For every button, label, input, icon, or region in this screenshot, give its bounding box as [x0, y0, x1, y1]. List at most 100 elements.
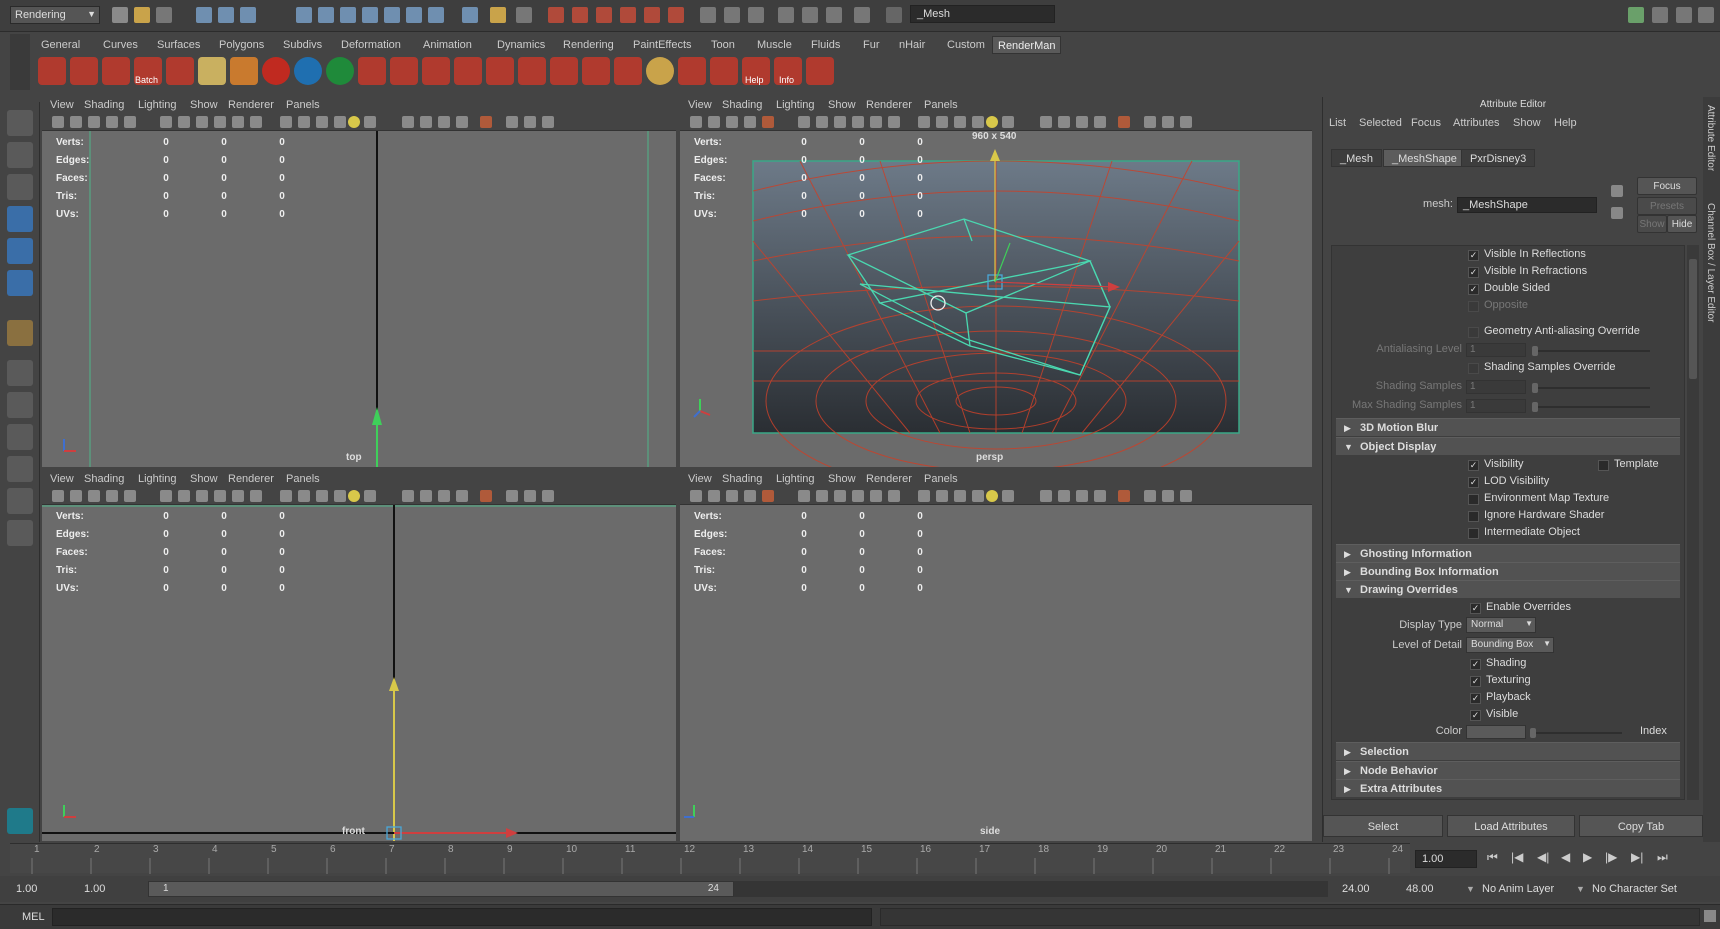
hypershade-layout-icon[interactable]	[7, 488, 33, 514]
aa-icon[interactable]	[456, 490, 468, 502]
shelf-tab-muscle[interactable]: Muscle	[752, 36, 797, 54]
ae-scrollbar[interactable]	[1687, 245, 1699, 800]
visible-in-refractions-checkbox[interactable]	[1468, 267, 1479, 278]
render-settings-icon[interactable]	[620, 7, 636, 23]
viewport-front[interactable]: View Shading Lighting Show Renderer Pane…	[42, 471, 676, 841]
shelf-tab-dynamics[interactable]: Dynamics	[492, 36, 550, 54]
show-attribute-editor-icon[interactable]	[1628, 7, 1644, 23]
section-node-behavior[interactable]: ▶ Node Behavior	[1336, 761, 1680, 779]
menu-panels[interactable]: Panels	[924, 99, 958, 111]
grid-icon[interactable]	[762, 490, 774, 502]
menu-set-dropdown[interactable]: Rendering ▼	[10, 6, 100, 24]
visibility-checkbox[interactable]	[1468, 460, 1479, 471]
menu-view[interactable]: View	[50, 99, 74, 111]
hand-icon[interactable]	[518, 57, 546, 85]
ae-scrollbar-thumb[interactable]	[1689, 259, 1697, 379]
ssao-icon[interactable]	[1058, 116, 1070, 128]
shelf-options[interactable]	[10, 34, 30, 90]
shadows-icon[interactable]	[402, 116, 414, 128]
isolate-select-icon[interactable]	[1118, 490, 1130, 502]
shelf-tab-subdivs[interactable]: Subdivs	[278, 36, 327, 54]
playback-start-field[interactable]: 1.00	[76, 880, 140, 898]
smooth-shade-icon[interactable]	[298, 490, 310, 502]
smooth-shade-icon[interactable]	[936, 116, 948, 128]
all-lights-icon[interactable]	[364, 116, 376, 128]
safe-title-icon[interactable]	[250, 116, 262, 128]
camera-attr-icon[interactable]	[70, 116, 82, 128]
image-plane-icon[interactable]	[106, 116, 118, 128]
anim-layer-dropdown[interactable]: No Anim Layer	[1474, 880, 1574, 898]
all-lights-icon[interactable]	[1002, 490, 1014, 502]
max-shading-samples-slider-handle[interactable]	[1532, 402, 1538, 412]
rotate-tool-icon[interactable]	[7, 238, 33, 264]
snap-curve-icon[interactable]	[318, 7, 334, 23]
viewport-top[interactable]: View Shading Lighting Show Renderer Pane…	[42, 97, 676, 467]
wireframe-icon[interactable]	[280, 116, 292, 128]
playback-checkbox[interactable]	[1470, 693, 1481, 704]
lock-icon[interactable]	[490, 7, 506, 23]
help-shelf-icon[interactable]: Help	[742, 57, 770, 85]
aa-icon[interactable]	[456, 116, 468, 128]
shader-icon[interactable]	[166, 57, 194, 85]
ae-select-button[interactable]: Select	[1323, 815, 1443, 837]
shelf-tab-polygons[interactable]: Polygons	[214, 36, 269, 54]
max-shading-samples-slider[interactable]	[1532, 406, 1650, 408]
history-icon[interactable]	[428, 7, 444, 23]
safe-title-icon[interactable]	[888, 116, 900, 128]
show-channel-box-icon[interactable]	[1676, 7, 1692, 23]
motion-blur-icon[interactable]	[1076, 490, 1088, 502]
menu-renderer[interactable]: Renderer	[228, 473, 274, 485]
select-component-icon[interactable]	[240, 7, 256, 23]
blue-sphere-icon[interactable]	[294, 57, 322, 85]
shelf-tab-surfaces[interactable]: Surfaces	[152, 36, 205, 54]
tree-icon[interactable]	[550, 57, 578, 85]
selection-mask-icon[interactable]	[516, 7, 532, 23]
save-scene-icon[interactable]	[156, 7, 172, 23]
go-to-output-icon[interactable]	[1611, 207, 1623, 219]
bookmark-icon[interactable]	[726, 116, 738, 128]
gold-sphere-icon[interactable]	[646, 57, 674, 85]
safe-action-icon[interactable]	[870, 490, 882, 502]
new-scene-icon[interactable]	[112, 7, 128, 23]
menu-shading[interactable]: Shading	[722, 473, 762, 485]
color-index-slider[interactable]	[1530, 732, 1622, 734]
xray-icon[interactable]	[1144, 490, 1156, 502]
bookmark-icon[interactable]	[88, 490, 100, 502]
opposite-checkbox[interactable]	[1468, 301, 1479, 312]
render-globals-icon[interactable]	[668, 7, 684, 23]
input-line-icon[interactable]	[700, 7, 716, 23]
environment-icon[interactable]	[422, 57, 450, 85]
character-set-dropdown[interactable]: No Character Set	[1584, 880, 1704, 898]
shelf-tab-fluids[interactable]: Fluids	[806, 36, 845, 54]
shelf-tab-rendering[interactable]: Rendering	[558, 36, 619, 54]
snap-view-icon[interactable]	[362, 7, 378, 23]
archive-icon[interactable]	[486, 57, 514, 85]
shadows-icon[interactable]	[1040, 490, 1052, 502]
step-forward-icon[interactable]: |▶	[1605, 850, 1617, 864]
default-light-icon[interactable]	[348, 116, 360, 128]
menu-renderer[interactable]: Renderer	[866, 473, 912, 485]
outliner-icon[interactable]	[826, 7, 842, 23]
safe-action-icon[interactable]	[232, 116, 244, 128]
ae-tab-meshshape[interactable]: _MeshShape	[1383, 149, 1466, 167]
show-tool-settings-icon[interactable]	[1652, 7, 1668, 23]
aa-level-field[interactable]: 1	[1466, 343, 1526, 357]
ae-menu-focus[interactable]: Focus	[1411, 117, 1441, 129]
motion-blur-icon[interactable]	[438, 490, 450, 502]
shelf-tab-fur[interactable]: Fur	[858, 36, 885, 54]
range-slider[interactable]: 1 24	[148, 881, 734, 897]
xray-joints-icon[interactable]	[524, 490, 536, 502]
grid-layout-icon[interactable]	[802, 7, 818, 23]
gate-mask-icon[interactable]	[834, 490, 846, 502]
display-type-dropdown[interactable]: Normal ▼	[1466, 617, 1536, 633]
lod-visibility-checkbox[interactable]	[1468, 477, 1479, 488]
xray-joints-icon[interactable]	[1162, 490, 1174, 502]
render-frame-icon[interactable]	[572, 7, 588, 23]
show-layer-editor-icon[interactable]	[1698, 7, 1714, 23]
ae-menu-selected[interactable]: Selected	[1359, 117, 1402, 129]
eye-icon[interactable]	[198, 57, 226, 85]
xray-joints-icon[interactable]	[524, 116, 536, 128]
resolution-gate-icon[interactable]	[816, 116, 828, 128]
default-light-icon[interactable]	[986, 116, 998, 128]
renderman-globals-icon[interactable]	[38, 57, 66, 85]
